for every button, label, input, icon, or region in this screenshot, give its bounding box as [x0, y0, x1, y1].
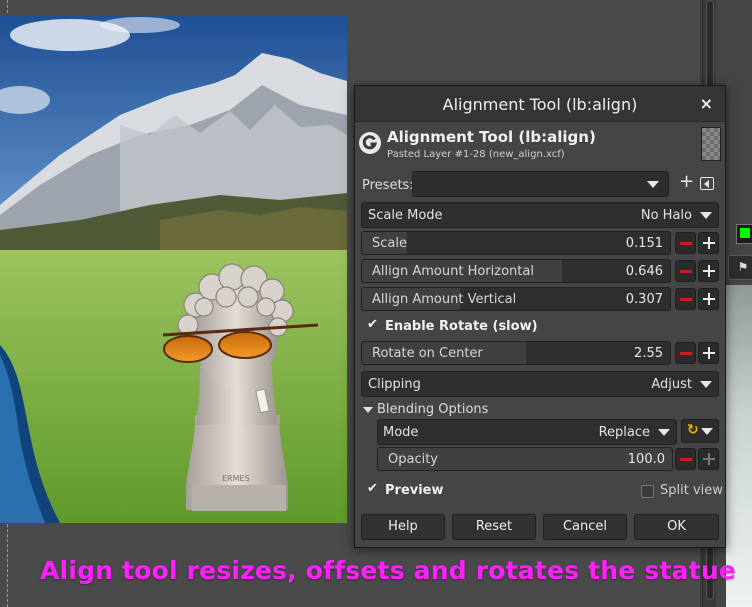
plus-icon[interactable]: + [679, 173, 694, 193]
scale-value: 0.151 [625, 236, 663, 251]
clipping-value: Adjust [651, 377, 692, 392]
enable-rotate-checkbox[interactable]: ✔ [365, 317, 379, 333]
chevron-down-icon [647, 181, 659, 188]
blending-options-expander[interactable]: Blending Options [363, 402, 488, 417]
scale-mode-combo[interactable]: Scale Mode No Halo [361, 202, 719, 228]
mode-reset-button[interactable]: ↻ [681, 419, 719, 443]
chevron-down-icon [700, 381, 712, 388]
clipping-label: Clipping [368, 377, 421, 392]
cancel-button[interactable]: Cancel [543, 514, 627, 540]
scale-plus-button[interactable] [698, 232, 719, 254]
chevron-down-icon [700, 212, 712, 219]
align-vertical-spinscale[interactable]: Allign Amount Vertical 0.307 [361, 287, 671, 311]
expander-triangle-icon [363, 406, 373, 413]
split-view-label: Split view [660, 483, 723, 498]
help-button[interactable]: Help [361, 514, 445, 540]
reset-button[interactable]: Reset [452, 514, 536, 540]
tool-title: Alignment Tool (lb:align) [387, 128, 596, 146]
rotate-center-label: Rotate on Center [372, 346, 483, 361]
presets-combo[interactable] [412, 171, 669, 197]
align-vertical-label: Allign Amount Vertical [372, 292, 517, 307]
split-view-checkbox[interactable] [641, 485, 654, 498]
chevron-down-icon [658, 429, 670, 436]
preview-label: Preview [385, 483, 444, 498]
align-horizontal-minus-button[interactable] [675, 260, 696, 282]
layer-subtitle: Pasted Layer #1-28 (new_align.xcf) [387, 149, 565, 160]
gimp-logo-icon [359, 132, 381, 154]
dialog-title: Alignment Tool (lb:align) [442, 95, 638, 114]
chevron-down-icon [701, 428, 713, 435]
align-horizontal-value: 0.646 [625, 264, 663, 279]
scale-mode-label: Scale Mode [368, 208, 443, 223]
mode-combo[interactable]: Mode Replace [377, 419, 677, 445]
opacity-plus-button[interactable] [698, 448, 719, 470]
opacity-label: Opacity [388, 452, 439, 467]
composite-image: ERMES [0, 15, 347, 523]
opacity-value: 100.0 [627, 452, 665, 467]
align-vertical-minus-button[interactable] [675, 288, 696, 310]
caption-text: Align tool resizes, offsets and rotates … [40, 556, 736, 585]
rotate-center-minus-button[interactable] [675, 342, 696, 364]
dock-tool-icon[interactable]: ⚑ [728, 255, 752, 280]
scale-mode-value: No Halo [640, 208, 692, 223]
opacity-minus-button[interactable] [675, 448, 696, 470]
presets-label: Presets: [362, 178, 414, 193]
reset-icon: ↻ [687, 422, 699, 438]
check-icon: ✔ [367, 481, 378, 496]
scale-label: Scale [372, 236, 407, 251]
blending-options-label: Blending Options [377, 402, 489, 417]
alignment-tool-dialog: Alignment Tool (lb:align) × Alignment To… [354, 85, 726, 548]
mode-label: Mode [383, 425, 419, 440]
rotate-center-plus-button[interactable] [698, 342, 719, 364]
align-horizontal-label: Allign Amount Horizontal [372, 264, 534, 279]
align-vertical-plus-button[interactable] [698, 288, 719, 310]
align-vertical-value: 0.307 [625, 292, 663, 307]
clipping-combo[interactable]: Clipping Adjust [361, 371, 719, 397]
dialog-titlebar[interactable]: Alignment Tool (lb:align) × [355, 86, 725, 122]
opacity-spinscale[interactable]: Opacity 100.0 [377, 447, 673, 471]
close-icon[interactable]: × [700, 94, 713, 113]
rotate-center-spinscale[interactable]: Rotate on Center 2.55 [361, 341, 671, 365]
mode-value: Replace [598, 425, 650, 440]
align-horizontal-plus-button[interactable] [698, 260, 719, 282]
enable-rotate-label: Enable Rotate (slow) [385, 319, 538, 334]
preview-checkbox[interactable]: ✔ [365, 481, 379, 497]
foreground-color-swatch[interactable] [736, 224, 752, 244]
rotate-center-value: 2.55 [634, 346, 663, 361]
scale-spinscale[interactable]: Scale 0.151 [361, 231, 671, 255]
check-icon: ✔ [367, 317, 378, 332]
scale-minus-button[interactable] [675, 232, 696, 254]
ok-button[interactable]: OK [634, 514, 719, 540]
svg-text:ERMES: ERMES [222, 474, 250, 483]
dialog-header: Alignment Tool (lb:align) Pasted Layer #… [355, 122, 725, 166]
menu-arrow-icon[interactable] [700, 177, 714, 190]
green-color-icon [740, 228, 750, 238]
align-horizontal-spinscale[interactable]: Allign Amount Horizontal 0.646 [361, 259, 671, 283]
layer-thumbnail [701, 127, 721, 161]
